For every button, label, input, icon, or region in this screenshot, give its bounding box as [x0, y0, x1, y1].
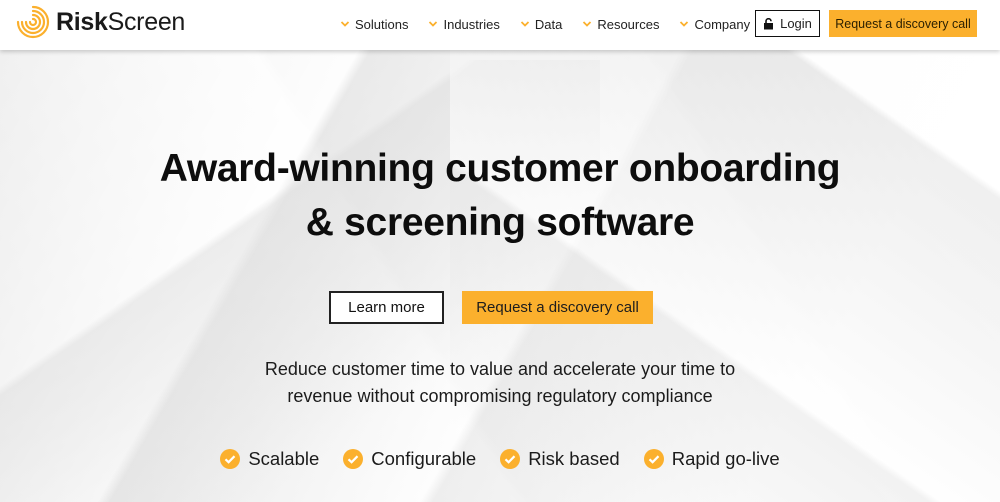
nav-item-label: Company [694, 16, 751, 32]
site-header: RiskScreen Solutions Industries Data Res… [0, 0, 1000, 50]
brand-name-regular: Screen [107, 7, 186, 36]
chevron-down-icon [583, 21, 592, 27]
learn-more-button[interactable]: Learn more [329, 291, 444, 324]
nav-item-resources[interactable]: Resources [582, 17, 659, 32]
hero-subtext: Reduce customer time to value and accele… [0, 356, 1000, 410]
nav-item-solutions[interactable]: Solutions [340, 17, 408, 32]
hero-discovery-call-button[interactable]: Request a discovery call [462, 291, 653, 324]
feature-label: Scalable [248, 448, 320, 469]
chevron-down-icon [340, 21, 350, 27]
feature-item-risk-based: Risk based [500, 448, 620, 470]
riskscreen-logo-icon [16, 5, 50, 39]
feature-item-scalable: Scalable [220, 448, 319, 470]
main-nav: Solutions Industries Data Resources Comp… [340, 0, 770, 48]
nav-item-label: Data [534, 16, 563, 32]
feature-item-rapid-go-live: Rapid go-live [643, 448, 780, 470]
check-circle-icon [220, 449, 241, 469]
feature-label: Rapid go-live [671, 448, 780, 469]
hero-subtext-line2: revenue without compromising regulatory … [287, 386, 713, 406]
brand-name: RiskScreen [56, 8, 185, 37]
chevron-down-icon [520, 21, 529, 27]
check-circle-icon [643, 449, 664, 469]
hero-section: Award-winning customer onboarding & scre… [0, 0, 1000, 502]
nav-item-data[interactable]: Data [520, 17, 562, 32]
login-button[interactable]: Login [755, 10, 820, 37]
feature-label: Configurable [371, 448, 477, 469]
nav-item-label: Industries [443, 16, 500, 32]
feature-item-configurable: Configurable [343, 448, 476, 470]
nav-item-industries[interactable]: Industries [428, 16, 500, 32]
check-circle-icon [343, 449, 364, 469]
check-circle-icon [500, 449, 521, 469]
chevron-down-icon [429, 21, 438, 27]
nav-item-label: Resources [597, 16, 660, 32]
feature-label: Risk based [528, 448, 620, 469]
logo[interactable]: RiskScreen [16, 5, 185, 39]
chevron-down-icon [680, 21, 689, 27]
hero-title-line1: Award-winning customer onboarding [159, 147, 841, 190]
hero-subtext-line1: Reduce customer time to value and accele… [264, 359, 736, 379]
brand-name-bold: Risk [56, 7, 108, 36]
login-label: Login [780, 16, 812, 31]
nav-item-company[interactable]: Company [679, 17, 750, 32]
nav-item-label: Solutions [355, 16, 409, 32]
header-discovery-call-button[interactable]: Request a discovery call [829, 10, 977, 37]
hero-title-line2: & screening software [305, 201, 695, 244]
hero-title: Award-winning customer onboarding & scre… [0, 142, 1000, 250]
feature-list: Scalable Configurable Risk based Rapid g… [0, 448, 1000, 470]
unlock-icon [764, 17, 774, 29]
